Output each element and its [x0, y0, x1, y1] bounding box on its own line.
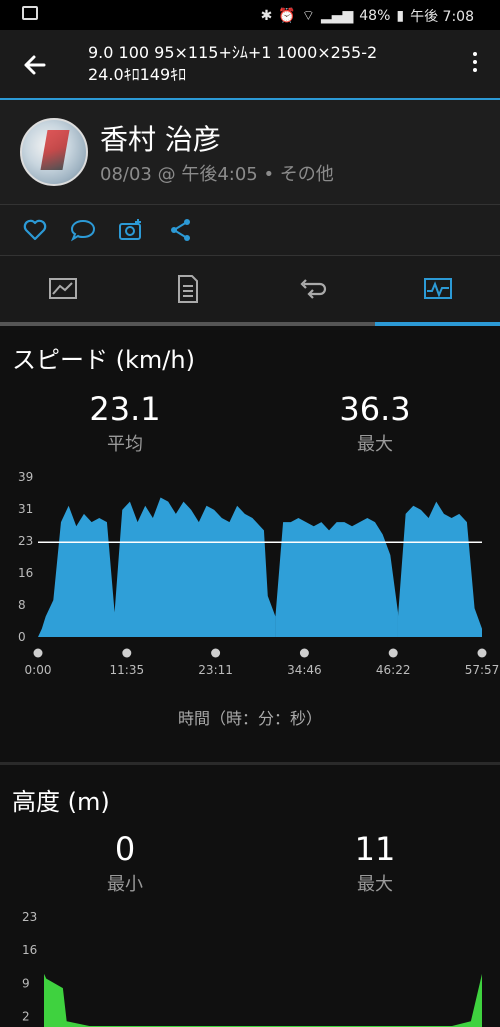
- status-indicators: ✱ ⏰ ⌔ ▂▄▆ 48% ▮ 午後 7:08: [261, 6, 474, 26]
- signal-icon: ▂▄▆: [320, 8, 354, 24]
- altitude-max: 11 最大: [300, 830, 450, 896]
- speed-area-segment: [38, 497, 276, 637]
- speed-x-axis-label: 時間（時：分：秒）: [177, 709, 322, 728]
- speed-x-tick: 34:46: [287, 663, 322, 677]
- activity-date: 08/03 @ 午後4:05 • その他: [100, 164, 334, 185]
- speed-max: 36.3 最大: [300, 390, 450, 456]
- battery-icon: ▮: [396, 8, 405, 24]
- section-divider: [0, 762, 500, 765]
- altitude-y-tick: 23: [22, 910, 37, 924]
- altitude-max-value: 11: [354, 830, 396, 868]
- speed-average-label: 平均: [107, 434, 143, 455]
- bluetooth-icon: ✱: [260, 8, 273, 24]
- tab-indicator-track: [0, 322, 500, 326]
- map-tab-icon: [48, 278, 77, 299]
- wifi-icon: ⌔: [301, 8, 315, 24]
- altitude-y-tick: 9: [22, 976, 30, 990]
- activity-title-line2: 24.0ｷﾛ149ｷﾛ: [88, 65, 187, 84]
- speed-y-tick: 16: [18, 566, 33, 580]
- app-bar: 9.0 100 95×115+ｼﾑ+1 1000×255-2 24.0ｷﾛ149…: [0, 30, 500, 100]
- speed-section-title: スピード (km/h): [12, 346, 195, 374]
- alarm-icon: ⏰: [278, 8, 296, 24]
- speed-x-tick-dot: [477, 648, 487, 658]
- speed-x-tick: 46:22: [376, 663, 411, 677]
- altitude-y-tick: 16: [22, 943, 37, 957]
- overflow-menu-icon[interactable]: [470, 52, 480, 78]
- heart-icon[interactable]: [22, 217, 48, 243]
- altitude-min-label: 最小: [107, 874, 143, 895]
- tab-indicator: [375, 322, 500, 326]
- speed-average: 23.1 平均: [50, 390, 200, 456]
- speed-x-tick-dot: [211, 648, 221, 658]
- speed-area-segment: [275, 518, 398, 637]
- charts-tab-icon: [423, 278, 452, 299]
- speed-x-tick: 11:35: [110, 663, 145, 677]
- speed-area-segment: [397, 501, 482, 637]
- laps-tab-icon: [299, 279, 326, 299]
- altitude-min: 0 最小: [50, 830, 200, 896]
- tab-details[interactable]: [125, 256, 250, 322]
- speed-x-tick: 57:57: [465, 663, 500, 677]
- tab-bar: [0, 256, 500, 326]
- altitude-chart[interactable]: 23 16 9 2: [0, 905, 500, 1027]
- speed-y-tick: 31: [18, 502, 33, 516]
- speed-max-label: 最大: [357, 434, 393, 455]
- altitude-min-value: 0: [114, 830, 136, 868]
- speed-x-tick-dot: [388, 648, 398, 658]
- details-tab-icon: [177, 275, 198, 303]
- comment-icon[interactable]: [70, 217, 96, 243]
- speed-y-tick: 8: [18, 598, 26, 612]
- speed-x-tick-dot: [122, 648, 132, 658]
- activity-title-line1: 9.0 100 95×115+ｼﾑ+1 1000×255-2: [88, 43, 378, 62]
- tab-laps[interactable]: [250, 256, 375, 322]
- profile-header: 香村 治彦 08/03 @ 午後4:05 • その他: [0, 100, 500, 205]
- avatar[interactable]: [20, 118, 88, 186]
- speed-x-tick-dot: [299, 648, 309, 658]
- speed-y-tick: 0: [18, 630, 26, 644]
- speed-max-value: 36.3: [339, 390, 411, 428]
- altitude-y-tick: 2: [22, 1010, 30, 1024]
- tab-charts[interactable]: [375, 256, 500, 322]
- battery-percent: 48%: [359, 8, 391, 24]
- camera-add-icon[interactable]: [118, 217, 144, 243]
- speed-y-tick: 39: [18, 470, 33, 484]
- share-icon[interactable]: [168, 217, 194, 243]
- speed-x-tick: 23:11: [198, 663, 233, 677]
- activity-title: 9.0 100 95×115+ｼﾑ+1 1000×255-2 24.0ｷﾛ149…: [88, 42, 377, 86]
- altitude-area: [44, 973, 482, 1027]
- action-bar: [0, 205, 500, 256]
- gallery-icon: [22, 6, 38, 20]
- altitude-section-title: 高度 (m): [12, 788, 110, 816]
- tab-map[interactable]: [0, 256, 125, 322]
- back-arrow-icon[interactable]: [20, 50, 50, 80]
- speed-x-tick: 0:00: [25, 663, 52, 677]
- speed-y-tick: 23: [18, 534, 33, 548]
- clock: 午後 7:08: [410, 9, 474, 25]
- speed-x-tick-dot: [33, 648, 43, 658]
- status-bar: ✱ ⏰ ⌔ ▂▄▆ 48% ▮ 午後 7:08: [0, 0, 500, 30]
- speed-average-value: 23.1: [89, 390, 161, 428]
- speed-chart[interactable]: 39 31 23 16 8 0 0:00 11:35 23:11 34:46 46:22 57:57: [0, 465, 500, 680]
- user-name: 香村 治彦: [100, 123, 221, 156]
- altitude-max-label: 最大: [357, 874, 393, 895]
